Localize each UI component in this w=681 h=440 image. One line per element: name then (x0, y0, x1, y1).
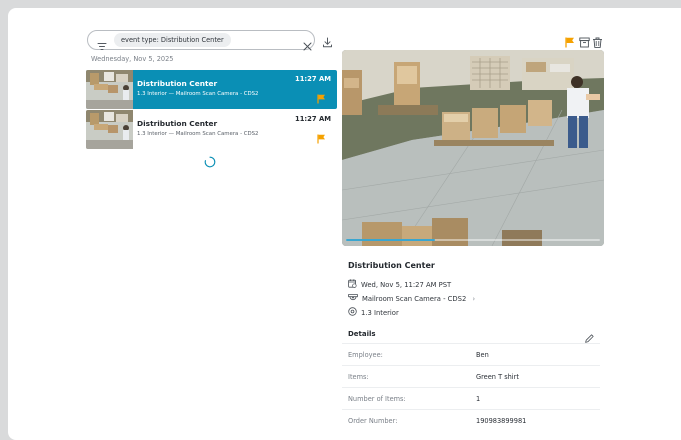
details-table: Employee: Ben Items: Green T shirt Numbe… (342, 343, 600, 431)
event-subtitle: 1.3 Interior — Mailroom Scan Camera - CD… (137, 131, 259, 137)
video-scrubber[interactable] (346, 239, 600, 241)
row-value: 190983899981 (476, 417, 527, 425)
event-thumbnail (86, 110, 133, 149)
video-progress (346, 239, 435, 241)
event-title: Distribution Center (137, 79, 218, 88)
table-row: Employee: Ben (342, 343, 600, 365)
row-key: Number of Items: (348, 395, 406, 403)
row-key: Order Number: (348, 417, 398, 425)
camera-icon (348, 293, 358, 304)
detail-location-row: 1.3 Interior (348, 307, 399, 318)
camera-frame (342, 50, 604, 246)
calendar-clock-icon (348, 279, 357, 290)
video-player[interactable] (342, 50, 604, 246)
list-item[interactable]: Distribution Center 1.3 Interior — Mailr… (86, 110, 337, 149)
row-key: Items: (348, 373, 369, 381)
detail-datetime-row: Wed, Nov 5, 11:27 AM PST (348, 279, 451, 290)
download-icon[interactable] (322, 33, 333, 52)
flag-icon[interactable] (317, 89, 326, 108)
filter-chip[interactable]: event type: Distribution Center (114, 33, 231, 47)
detail-camera-link[interactable]: Mailroom Scan Camera - CDS2 (362, 295, 466, 303)
table-row: Number of Items: 1 (342, 387, 600, 409)
row-key: Employee: (348, 351, 383, 359)
search-bar[interactable]: event type: Distribution Center (87, 30, 315, 51)
event-thumbnail (86, 70, 133, 109)
detail-datetime: Wed, Nov 5, 11:27 AM PST (361, 280, 452, 289)
table-row: Order Number: 190983899981 (342, 409, 600, 431)
details-heading: Details (348, 330, 376, 338)
date-header: Wednesday, Nov 5, 2025 (91, 55, 174, 63)
detail-title: Distribution Center (348, 261, 435, 270)
location-pin-icon (348, 307, 357, 318)
event-time: 11:27 AM (294, 75, 331, 83)
row-value: 1 (476, 395, 481, 403)
event-title: Distribution Center (137, 119, 218, 128)
event-subtitle: 1.3 Interior — Mailroom Scan Camera - CD… (137, 91, 259, 97)
flag-icon[interactable] (317, 129, 326, 148)
loading-spinner-icon (204, 153, 216, 172)
row-value: Green T shirt (476, 373, 519, 381)
list-item[interactable]: Distribution Center 1.3 Interior — Mailr… (86, 70, 337, 109)
detail-location: 1.3 Interior (361, 308, 399, 317)
row-value: Ben (476, 351, 489, 359)
close-icon[interactable] (303, 36, 312, 55)
chevron-right-icon[interactable]: › (472, 295, 475, 303)
table-row: Items: Green T shirt (342, 365, 600, 387)
filter-icon[interactable] (97, 36, 107, 55)
event-time: 11:27 AM (294, 115, 331, 123)
detail-camera-row[interactable]: Mailroom Scan Camera - CDS2 › (348, 293, 475, 304)
